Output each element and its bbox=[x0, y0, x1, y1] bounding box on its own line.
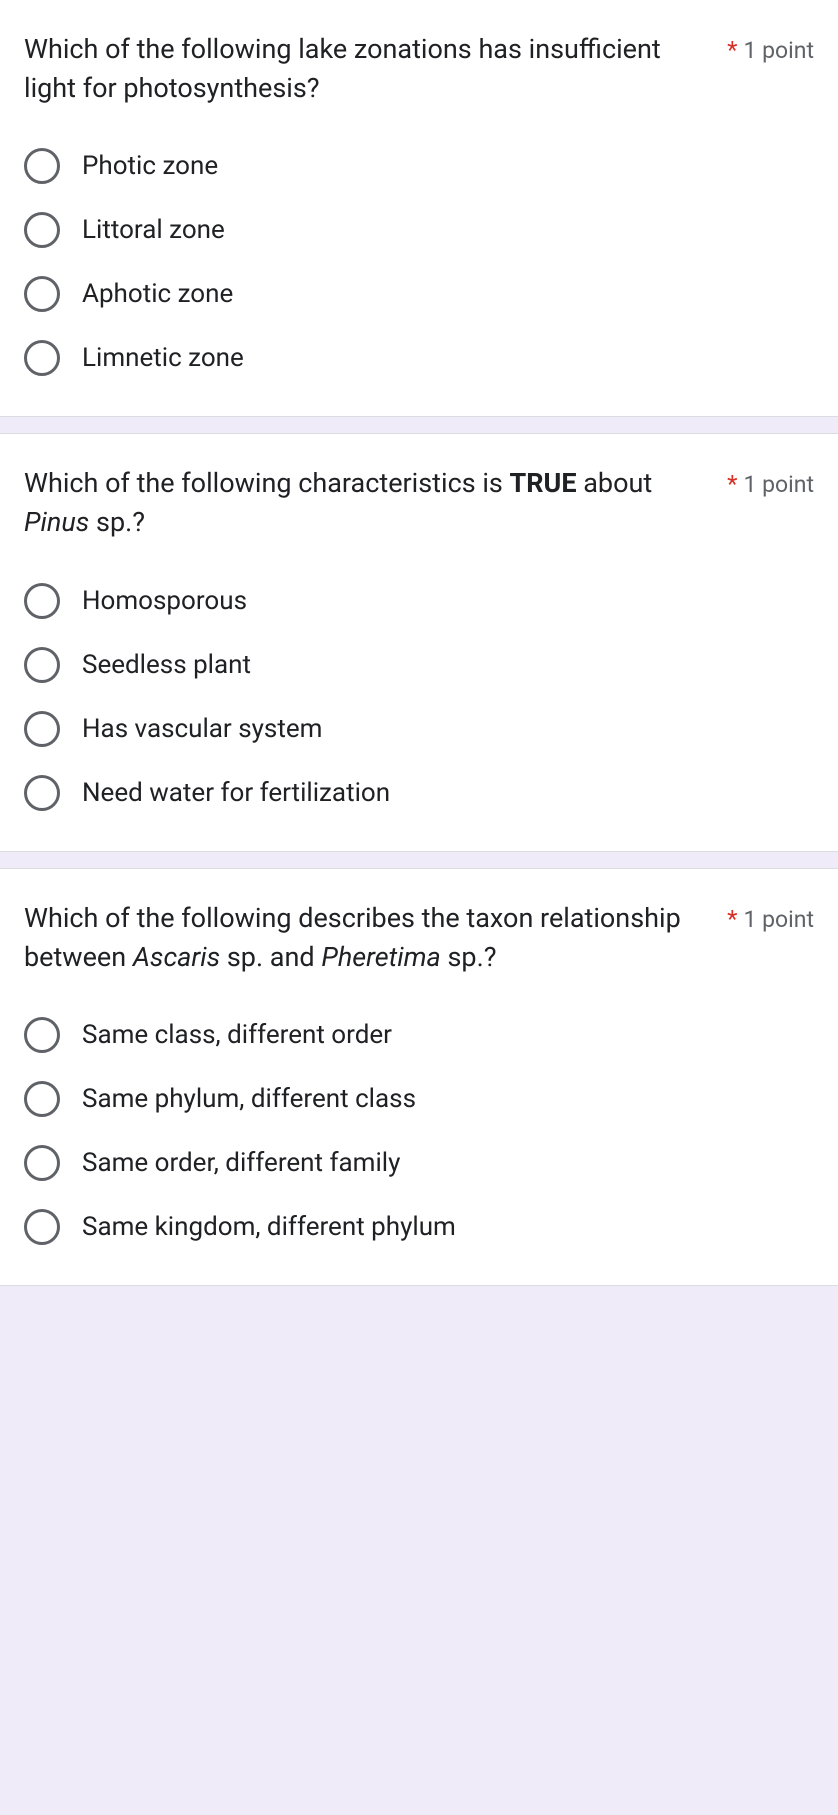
question-header: Which of the following lake zonations ha… bbox=[24, 30, 814, 108]
option-label: Need water for fertilization bbox=[82, 778, 390, 808]
required-asterisk: * bbox=[727, 470, 737, 498]
points-text: 1 point bbox=[744, 37, 814, 64]
option-label: Aphotic zone bbox=[82, 279, 233, 309]
options-group: Homosporous Seedless plant Has vascular sy… bbox=[24, 583, 814, 811]
points-label: * 1 point bbox=[727, 464, 814, 498]
radio-option[interactable]: Homosporous bbox=[24, 583, 814, 619]
radio-option[interactable]: Same kingdom, different phylum bbox=[24, 1209, 814, 1245]
radio-option[interactable]: Aphotic zone bbox=[24, 276, 814, 312]
question-text: Which of the following describes the tax… bbox=[24, 899, 727, 977]
question-header: Which of the following describes the tax… bbox=[24, 899, 814, 977]
option-label: Limnetic zone bbox=[82, 343, 244, 373]
required-asterisk: * bbox=[727, 905, 737, 933]
required-asterisk: * bbox=[727, 36, 737, 64]
radio-option[interactable]: Need water for fertilization bbox=[24, 775, 814, 811]
option-label: Photic zone bbox=[82, 151, 218, 181]
question-card: Which of the following characteristics i… bbox=[0, 433, 838, 851]
question-text: Which of the following characteristics i… bbox=[24, 464, 727, 542]
points-label: * 1 point bbox=[727, 899, 814, 933]
radio-icon[interactable] bbox=[24, 711, 60, 747]
question-card: Which of the following lake zonations ha… bbox=[0, 0, 838, 417]
radio-icon[interactable] bbox=[24, 775, 60, 811]
question-header: Which of the following characteristics i… bbox=[24, 464, 814, 542]
points-text: 1 point bbox=[744, 906, 814, 933]
radio-icon[interactable] bbox=[24, 647, 60, 683]
option-label: Homosporous bbox=[82, 586, 247, 616]
radio-option[interactable]: Has vascular system bbox=[24, 711, 814, 747]
radio-icon[interactable] bbox=[24, 276, 60, 312]
options-group: Photic zone Littoral zone Aphotic zone Limn… bbox=[24, 148, 814, 376]
option-label: Same kingdom, different phylum bbox=[82, 1212, 456, 1242]
radio-option[interactable]: Same phylum, different class bbox=[24, 1081, 814, 1117]
options-group: Same class, different order Same phylum, … bbox=[24, 1017, 814, 1245]
points-label: * 1 point bbox=[727, 30, 814, 64]
radio-option[interactable]: Same class, different order bbox=[24, 1017, 814, 1053]
radio-option[interactable]: Same order, different family bbox=[24, 1145, 814, 1181]
radio-icon[interactable] bbox=[24, 1145, 60, 1181]
radio-icon[interactable] bbox=[24, 1081, 60, 1117]
radio-option[interactable]: Seedless plant bbox=[24, 647, 814, 683]
radio-icon[interactable] bbox=[24, 583, 60, 619]
radio-icon[interactable] bbox=[24, 1209, 60, 1245]
radio-icon[interactable] bbox=[24, 212, 60, 248]
question-text: Which of the following lake zonations ha… bbox=[24, 30, 727, 108]
radio-option[interactable]: Photic zone bbox=[24, 148, 814, 184]
option-label: Littoral zone bbox=[82, 215, 225, 245]
option-label: Has vascular system bbox=[82, 714, 322, 744]
option-label: Seedless plant bbox=[82, 650, 251, 680]
radio-icon[interactable] bbox=[24, 1017, 60, 1053]
option-label: Same order, different family bbox=[82, 1148, 400, 1178]
question-card: Which of the following describes the tax… bbox=[0, 868, 838, 1286]
option-label: Same phylum, different class bbox=[82, 1084, 416, 1114]
radio-option[interactable]: Limnetic zone bbox=[24, 340, 814, 376]
form-container: Which of the following lake zonations ha… bbox=[0, 0, 838, 1286]
radio-option[interactable]: Littoral zone bbox=[24, 212, 814, 248]
radio-icon[interactable] bbox=[24, 148, 60, 184]
radio-icon[interactable] bbox=[24, 340, 60, 376]
option-label: Same class, different order bbox=[82, 1020, 392, 1050]
points-text: 1 point bbox=[744, 471, 814, 498]
